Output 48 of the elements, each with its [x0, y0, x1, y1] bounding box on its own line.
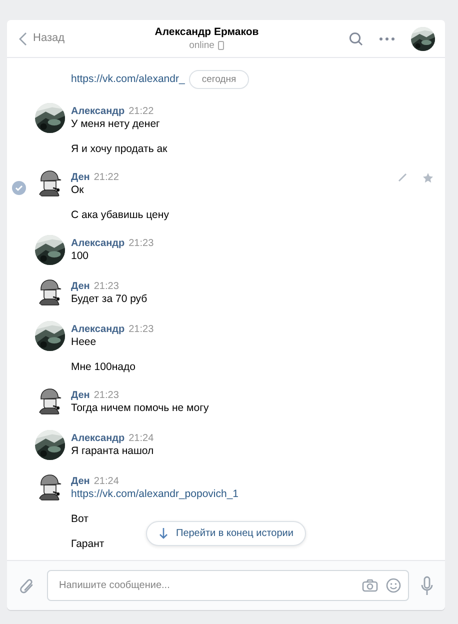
message-time: 21:23 — [128, 323, 154, 336]
author-name[interactable]: Ден — [71, 171, 90, 184]
search-icon[interactable] — [349, 32, 363, 46]
message-field[interactable]: Напишите сообщение... — [47, 570, 409, 601]
message-time: 21:23 — [94, 280, 119, 293]
message-text: Мне 100надо — [71, 361, 136, 374]
message-link[interactable]: https://vk.com/alexandr_popovich_1 — [71, 488, 239, 501]
message-text: 100 — [71, 250, 89, 263]
author-name[interactable]: Ден — [71, 475, 90, 488]
smiley-icon[interactable] — [386, 578, 401, 593]
author-name[interactable]: Александр — [71, 105, 125, 118]
message-time: 21:23 — [128, 237, 154, 250]
message-link[interactable]: https://vk.com/alexandr_ — [71, 73, 185, 86]
author-name[interactable]: Александр — [71, 432, 125, 445]
chevron-left-icon — [19, 32, 27, 46]
message-text: Будет за 70 руб — [71, 293, 148, 306]
chat-title: Александр Ермаков — [154, 26, 259, 38]
author-name[interactable]: Ден — [71, 389, 90, 402]
microphone-icon[interactable] — [421, 576, 433, 596]
pencil-icon[interactable] — [398, 173, 407, 182]
checkmark-icon[interactable] — [12, 181, 26, 195]
more-icon[interactable] — [379, 36, 395, 40]
paperclip-icon[interactable] — [19, 576, 35, 594]
message-time: 21:24 — [94, 475, 119, 488]
message-text: Тогда ничем помочь не могу — [71, 402, 209, 415]
message-text: Неее — [71, 336, 96, 349]
online-status: online — [189, 38, 214, 52]
date-label: сегодня — [188, 70, 250, 89]
message-text: У меня нету денег — [71, 118, 160, 131]
message-time: 21:22 — [128, 105, 154, 118]
message-text: Вот — [71, 513, 88, 526]
author-name[interactable]: Александр — [71, 323, 125, 336]
message-time: 21:23 — [94, 389, 119, 402]
phone-icon — [218, 40, 224, 50]
message-text: Ок — [71, 184, 84, 197]
author-name[interactable]: Ден — [71, 280, 90, 293]
message-text: Гарант — [71, 538, 104, 551]
message-text: Я и хочу продать ак — [71, 143, 168, 156]
message-text: С ака убавишь цену — [71, 209, 169, 222]
back-button[interactable]: Назад — [19, 32, 65, 46]
jump-to-end-button[interactable]: Перейти в конец истории — [146, 521, 306, 546]
camera-icon[interactable] — [362, 579, 378, 592]
message-text: Я гаранта нашол — [71, 445, 154, 458]
arrow-down-icon — [159, 528, 168, 539]
message-time: 21:24 — [128, 432, 154, 445]
message-time: 21:22 — [94, 171, 119, 184]
author-name[interactable]: Александр — [71, 237, 125, 250]
star-icon[interactable] — [423, 173, 433, 183]
